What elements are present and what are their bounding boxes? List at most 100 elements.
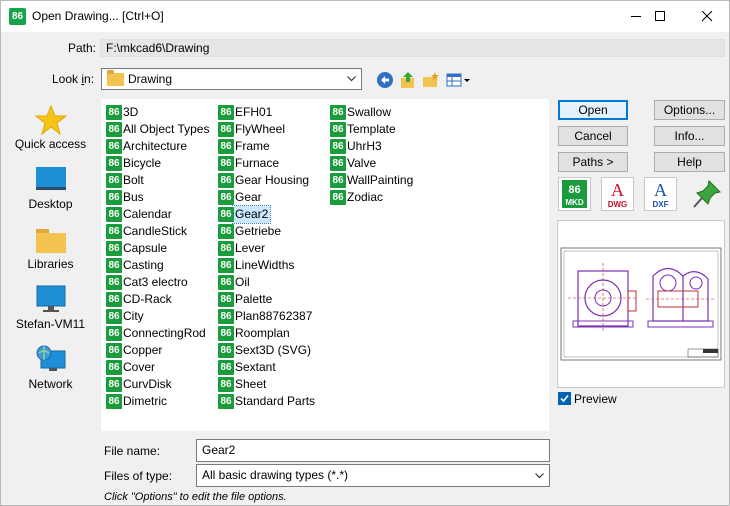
file-item[interactable]: 86 Gear	[216, 189, 315, 206]
drawing-preview-image	[560, 247, 722, 361]
path-field: F:\mkcad6\Drawing	[100, 39, 725, 57]
drawing-file-icon: 86	[330, 139, 346, 154]
filename-input[interactable]: Gear2	[196, 439, 550, 462]
drawing-file-icon: 86	[218, 224, 234, 239]
file-item[interactable]: 86 Architecture	[104, 138, 209, 155]
file-item[interactable]: 86 LineWidths	[216, 257, 315, 274]
file-item[interactable]: 86 CurvDisk	[104, 376, 209, 393]
file-item[interactable]: 86 City	[104, 308, 209, 325]
places-bar: Quick access Desktop Libraries Stefan-VM…	[5, 99, 96, 431]
drawing-file-icon: 86	[106, 292, 122, 307]
file-name: Casting	[123, 258, 164, 272]
file-item[interactable]: 86 Gear2	[216, 205, 315, 224]
folder-icon	[107, 70, 124, 86]
file-item[interactable]: 86 Swallow	[328, 104, 413, 121]
file-item[interactable]: 86 Sext3D (SVG)	[216, 342, 315, 359]
file-item[interactable]: 86 Calendar	[104, 206, 209, 223]
mkd-format-icon[interactable]: 86 MKD	[558, 177, 591, 211]
back-icon[interactable]	[376, 71, 394, 89]
file-name: Lever	[235, 241, 266, 255]
drawing-file-icon: 86	[218, 122, 234, 137]
help-button[interactable]: Help	[654, 152, 725, 172]
libraries-icon	[36, 229, 66, 253]
file-item[interactable]: 86 WallPainting	[328, 172, 413, 189]
drawing-file-icon: 86	[218, 241, 234, 256]
file-name: Roomplan	[235, 326, 290, 340]
file-item[interactable]: 86 CandleStick	[104, 223, 209, 240]
file-item[interactable]: 86 Palette	[216, 291, 315, 308]
file-item[interactable]: 86 Getriebe	[216, 223, 315, 240]
file-item[interactable]: 86 Capsule	[104, 240, 209, 257]
drawing-file-icon: 86	[218, 343, 234, 358]
file-item[interactable]: 86 Dimetric	[104, 393, 209, 410]
file-item[interactable]: 86 Cover	[104, 359, 209, 376]
new-folder-icon[interactable]	[422, 71, 440, 89]
file-name: Template	[347, 122, 396, 136]
file-item[interactable]: 86 All Object Types	[104, 121, 209, 138]
file-name: CandleStick	[123, 224, 188, 238]
file-item[interactable]: 86 UhrH3	[328, 138, 413, 155]
window-title: Open Drawing... [Ctrl+O]	[32, 9, 164, 23]
checkmark-icon	[560, 394, 569, 403]
file-item[interactable]: 86 Cat3 electro	[104, 274, 209, 291]
file-item[interactable]: 86 3D	[104, 104, 209, 121]
filetype-dropdown[interactable]: All basic drawing types (*.*)	[196, 464, 550, 487]
file-item[interactable]: 86 Casting	[104, 257, 209, 274]
file-item[interactable]: 86 Valve	[328, 155, 413, 172]
file-item[interactable]: 86 ConnectingRod	[104, 325, 209, 342]
star-icon	[35, 105, 67, 135]
file-item[interactable]: 86 Zodiac	[328, 189, 413, 206]
file-item[interactable]: 86 CD-Rack	[104, 291, 209, 308]
drawing-file-icon: 86	[218, 207, 234, 222]
file-item[interactable]: 86 Bicycle	[104, 155, 209, 172]
file-name: Gear	[235, 190, 262, 204]
file-item[interactable]: 86 Copper	[104, 342, 209, 359]
file-name: FlyWheel	[235, 122, 286, 136]
pin-icon[interactable]	[691, 177, 724, 211]
file-item[interactable]: 86 Oil	[216, 274, 315, 291]
close-icon	[701, 11, 712, 22]
maximize-button[interactable]	[637, 1, 683, 32]
drawing-file-icon: 86	[106, 309, 122, 324]
file-item[interactable]: 86 Bolt	[104, 172, 209, 189]
preview-checkbox[interactable]	[558, 392, 571, 405]
file-item[interactable]: 86 Sextant	[216, 359, 315, 376]
options-button[interactable]: Options...	[654, 100, 725, 120]
file-column-2: 86 EFH01 86 FlyWheel 86 Frame 86 Furnace 86 Gear …	[216, 104, 315, 410]
file-list[interactable]: 86 3D 86 All Object Types 86 Architecture 86 Bi…	[101, 99, 549, 431]
drawing-file-icon: 86	[218, 173, 234, 188]
cancel-button[interactable]: Cancel	[558, 126, 628, 146]
file-name: Zodiac	[347, 190, 384, 204]
file-item[interactable]: 86 Gear Housing	[216, 172, 315, 189]
file-item[interactable]: 86 Sheet	[216, 376, 315, 393]
drawing-file-icon: 86	[218, 326, 234, 341]
file-item[interactable]: 86 Standard Parts	[216, 393, 315, 410]
close-button[interactable]	[684, 1, 730, 32]
up-folder-icon[interactable]	[399, 71, 417, 89]
file-item[interactable]: 86 Bus	[104, 189, 209, 206]
drawing-file-icon: 86	[106, 156, 122, 171]
drawing-file-icon: 86	[106, 394, 122, 409]
open-button[interactable]: Open	[558, 100, 628, 120]
file-item[interactable]: 86 Plan88762387	[216, 308, 315, 325]
paths-button[interactable]: Paths >	[558, 152, 628, 172]
file-name: Swallow	[347, 105, 392, 119]
file-item[interactable]: 86 Template	[328, 121, 413, 138]
path-label: Path:	[68, 41, 97, 55]
file-item[interactable]: 86 EFH01	[216, 104, 315, 121]
dxf-format-icon[interactable]: A DXF	[644, 177, 677, 211]
svg-text:MKD: MKD	[565, 198, 583, 207]
file-item[interactable]: 86 Roomplan	[216, 325, 315, 342]
lookin-dropdown[interactable]: Drawing	[101, 68, 362, 90]
drawing-file-icon: 86	[106, 190, 122, 205]
computer-icon	[36, 285, 66, 312]
drawing-file-icon: 86	[330, 122, 346, 137]
file-item[interactable]: 86 FlyWheel	[216, 121, 315, 138]
dwg-format-icon[interactable]: A DWG	[601, 177, 634, 211]
file-item[interactable]: 86 Frame	[216, 138, 315, 155]
file-item[interactable]: 86 Lever	[216, 240, 315, 257]
view-menu-icon[interactable]	[446, 71, 472, 89]
chevron-down-icon	[535, 473, 544, 479]
info-button[interactable]: Info...	[654, 126, 725, 146]
file-item[interactable]: 86 Furnace	[216, 155, 315, 172]
